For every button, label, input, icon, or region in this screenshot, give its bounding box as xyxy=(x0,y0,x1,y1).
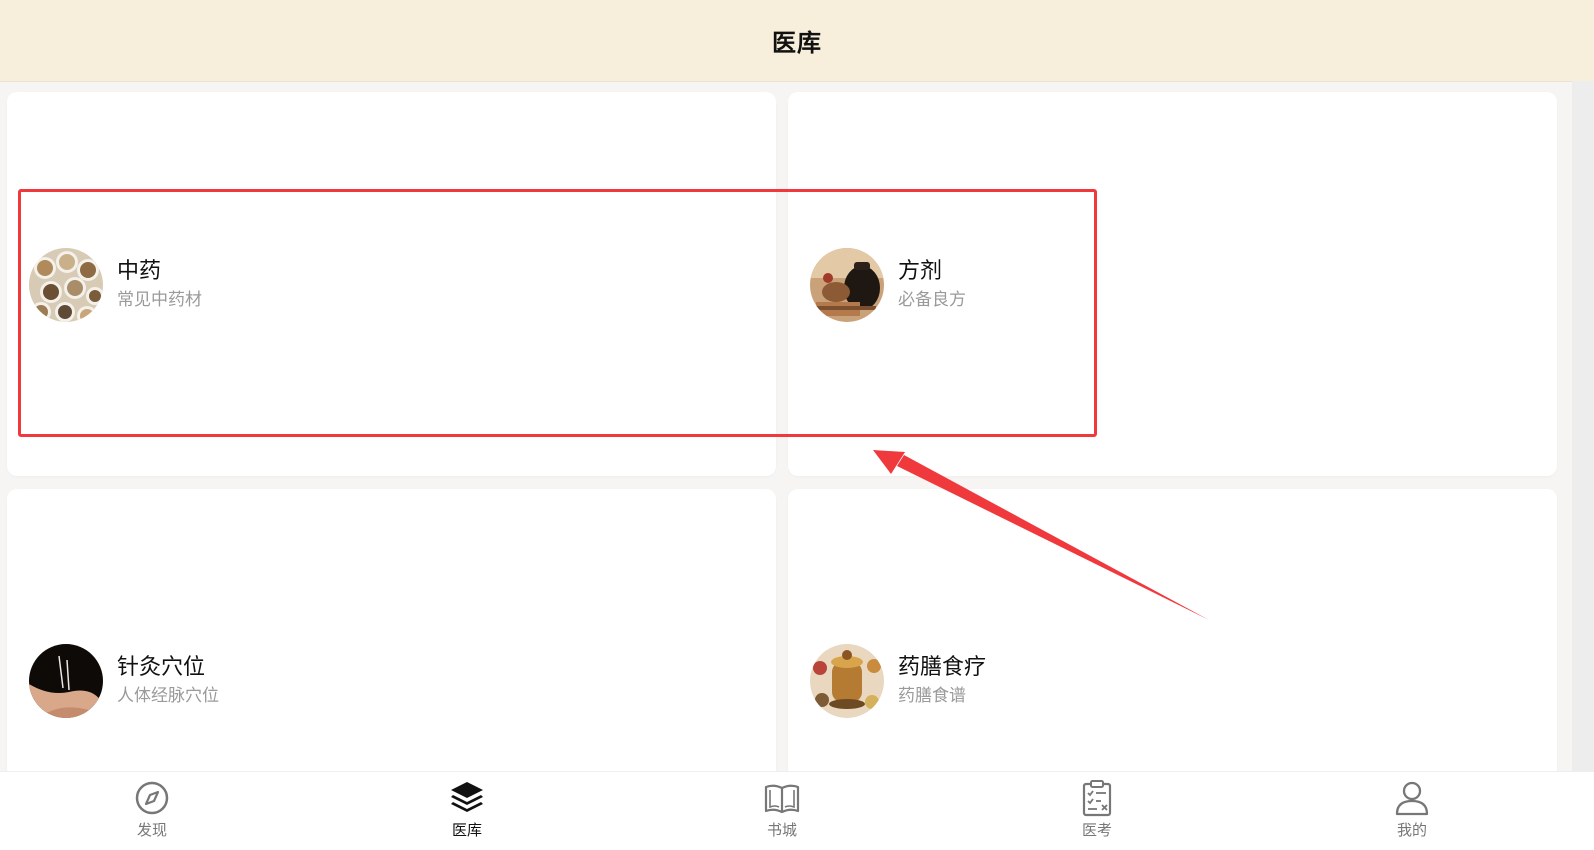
acupuncture-image xyxy=(29,644,103,718)
tab-profile[interactable]: 我的 xyxy=(1352,778,1472,844)
card-subtitle: 常见中药材 xyxy=(117,290,202,310)
tab-label: 发现 xyxy=(136,821,167,839)
card-medicinal-diet[interactable]: 药膳食疗 药膳食谱 xyxy=(788,489,1557,789)
card-title: 药膳食疗 xyxy=(898,655,987,680)
tab-library[interactable]: 医库 xyxy=(407,778,527,844)
card-title: 方剂 xyxy=(898,259,943,284)
tab-label: 医考 xyxy=(1081,821,1112,839)
card-subtitle: 药膳食谱 xyxy=(898,686,966,706)
layers-icon xyxy=(451,782,483,812)
card-acupuncture[interactable]: 针灸穴位 人体经脉穴位 xyxy=(7,489,776,789)
app-root: 医库 中药 常见中药材 方剂 必备良方 针灸穴位 人体经脉穴位 药膳食疗 药膳食… xyxy=(0,0,1594,850)
card-title: 针灸穴位 xyxy=(117,655,206,680)
card-title: 中药 xyxy=(117,259,162,284)
card-prescriptions[interactable]: 方剂 必备良方 xyxy=(788,92,1557,476)
tab-label: 我的 xyxy=(1396,821,1427,839)
tab-label: 医库 xyxy=(451,821,482,839)
compass-icon xyxy=(135,781,169,815)
tab-bookstore[interactable]: 书城 xyxy=(722,778,842,844)
user-icon xyxy=(1395,781,1429,816)
card-subtitle: 人体经脉穴位 xyxy=(117,686,219,706)
clipboard-icon xyxy=(1082,780,1112,817)
medicinal-diet-image xyxy=(810,644,884,718)
prescription-image xyxy=(810,248,884,322)
herbs-image xyxy=(29,248,103,322)
tab-label: 书城 xyxy=(766,821,797,839)
tab-exam[interactable]: 医考 xyxy=(1037,778,1157,844)
bottom-tab-bar: 发现 医库 书城 医考 我的 xyxy=(0,771,1594,850)
tab-discover[interactable]: 发现 xyxy=(92,778,212,844)
page-title: 医库 xyxy=(772,29,822,57)
card-subtitle: 必备良方 xyxy=(898,290,966,310)
scrollbar[interactable] xyxy=(1572,81,1594,771)
top-header: 医库 xyxy=(0,0,1594,82)
book-icon xyxy=(764,784,800,814)
card-herbs[interactable]: 中药 常见中药材 xyxy=(7,92,776,476)
